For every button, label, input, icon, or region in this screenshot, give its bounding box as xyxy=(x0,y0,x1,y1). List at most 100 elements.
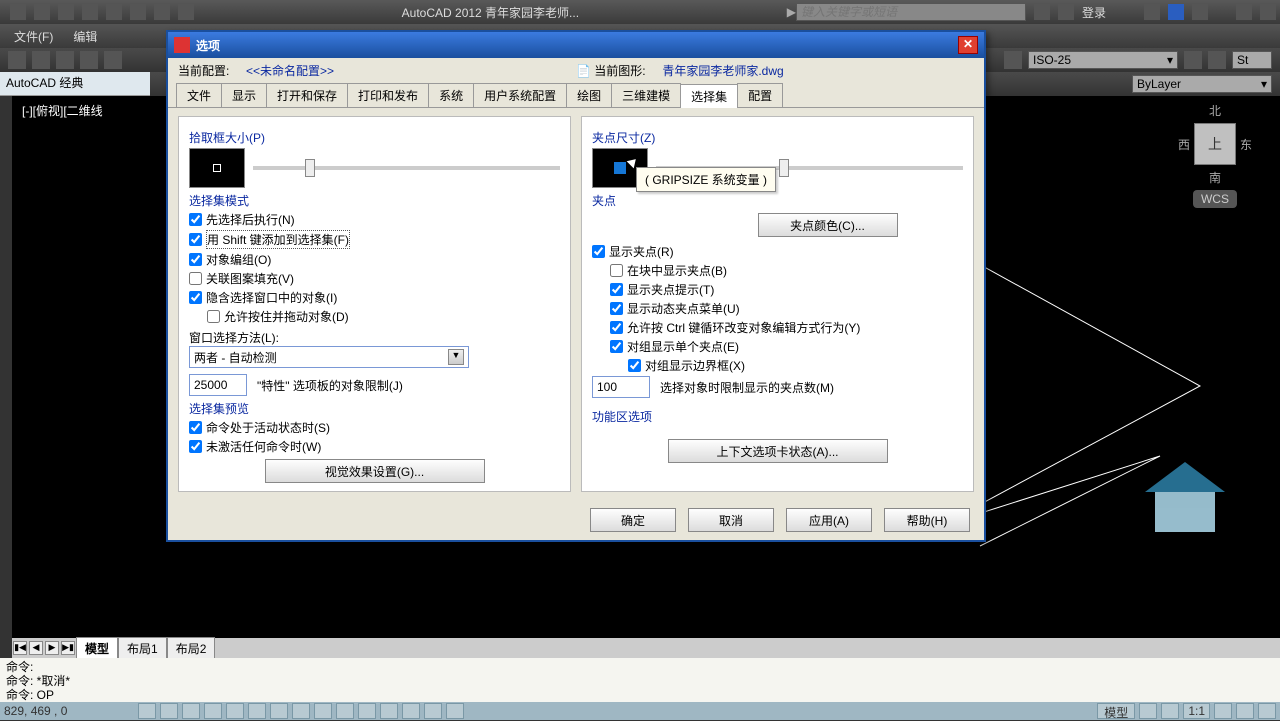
tab-plot[interactable]: 打印和发布 xyxy=(347,83,429,107)
help-button[interactable]: 帮助(H) xyxy=(884,508,970,532)
tab-opensave[interactable]: 打开和保存 xyxy=(266,83,348,107)
exchange-icon[interactable] xyxy=(1034,4,1050,20)
chk-hatch[interactable] xyxy=(189,272,202,285)
status-toggle[interactable] xyxy=(1161,703,1179,719)
tool-icon[interactable] xyxy=(32,51,50,69)
tab-layout2[interactable]: 布局2 xyxy=(167,637,216,660)
tab-drafting[interactable]: 绘图 xyxy=(566,83,612,107)
coordinates[interactable]: 829, 469 , 0 xyxy=(4,704,134,718)
sc-toggle[interactable] xyxy=(358,703,376,719)
chk-griptips[interactable] xyxy=(610,283,623,296)
tool-icon[interactable] xyxy=(104,51,122,69)
status-toggle[interactable] xyxy=(1214,703,1232,719)
chk-pressdrag[interactable] xyxy=(207,310,220,323)
apply-button[interactable]: 应用(A) xyxy=(786,508,872,532)
chk-pickfirst[interactable] xyxy=(189,213,202,226)
wcs-indicator[interactable]: WCS xyxy=(1193,190,1237,208)
open-icon[interactable] xyxy=(58,4,74,20)
cancel-button[interactable]: 取消 xyxy=(688,508,774,532)
status-toggle[interactable] xyxy=(1258,703,1276,719)
tab-profiles[interactable]: 配置 xyxy=(737,83,783,107)
chk-group[interactable] xyxy=(189,253,202,266)
undo-icon[interactable] xyxy=(154,4,170,20)
tool-icon[interactable] xyxy=(1208,51,1226,69)
dyn-toggle[interactable] xyxy=(292,703,310,719)
dimstyle-dropdown[interactable]: ISO-25▾ xyxy=(1028,51,1178,69)
status-toggle[interactable] xyxy=(1236,703,1254,719)
chk-implied[interactable] xyxy=(189,291,202,304)
ok-button[interactable]: 确定 xyxy=(590,508,676,532)
chk-preview-active[interactable] xyxy=(189,421,202,434)
restore-icon[interactable] xyxy=(1260,4,1276,20)
lwt-toggle[interactable] xyxy=(314,703,332,719)
snap-toggle[interactable] xyxy=(138,703,156,719)
grid-toggle[interactable] xyxy=(160,703,178,719)
tab-selection[interactable]: 选择集 xyxy=(680,84,738,108)
command-line[interactable]: 命令: 命令: *取消* 命令: OP xyxy=(0,658,1280,702)
tab-system[interactable]: 系统 xyxy=(428,83,474,107)
chk-blockgrips[interactable] xyxy=(610,264,623,277)
property-limit-input[interactable] xyxy=(189,374,247,396)
viewcube[interactable]: 北 西 上 东 南 WCS xyxy=(1178,102,1252,208)
info-icon[interactable] xyxy=(1168,4,1184,20)
chk-showgrips[interactable] xyxy=(592,245,605,258)
workspace-switcher[interactable]: AutoCAD 经典 xyxy=(0,72,150,96)
tool-icon[interactable] xyxy=(1004,51,1022,69)
st-dropdown[interactable]: St xyxy=(1232,51,1272,69)
menu-file[interactable]: 文件(F) xyxy=(8,26,59,47)
tool-icon[interactable] xyxy=(80,51,98,69)
grip-limit-input[interactable] xyxy=(592,376,650,398)
status-toggle[interactable] xyxy=(446,703,464,719)
new-icon[interactable] xyxy=(34,4,50,20)
visual-effect-button[interactable]: 视觉效果设置(G)... xyxy=(265,459,485,483)
close-icon[interactable]: ✕ xyxy=(958,36,978,54)
ducs-toggle[interactable] xyxy=(270,703,288,719)
tab-display[interactable]: 显示 xyxy=(221,83,267,107)
user-icon[interactable] xyxy=(1058,4,1074,20)
help-icon[interactable] xyxy=(1192,4,1208,20)
tool-icon[interactable] xyxy=(8,51,26,69)
status-toggle[interactable] xyxy=(424,703,442,719)
chk-groupgrip[interactable] xyxy=(610,340,623,353)
minimize-icon[interactable] xyxy=(1236,4,1252,20)
tab-next-icon[interactable]: ▶ xyxy=(45,641,59,655)
chk-groupbbox[interactable] xyxy=(628,359,641,372)
acad-icon[interactable] xyxy=(10,4,26,20)
annoscale[interactable]: 1:1 xyxy=(1183,703,1210,719)
otrack-toggle[interactable] xyxy=(248,703,266,719)
status-toggle[interactable] xyxy=(1139,703,1157,719)
tool-icon[interactable] xyxy=(56,51,74,69)
polar-toggle[interactable] xyxy=(204,703,222,719)
play-icon[interactable]: ▶ xyxy=(787,5,796,19)
menu-edit[interactable]: 编辑 xyxy=(67,26,103,47)
tab-layout1[interactable]: 布局1 xyxy=(118,637,167,660)
dialog-titlebar[interactable]: 选项 ✕ xyxy=(168,32,984,58)
osnap-toggle[interactable] xyxy=(226,703,244,719)
search-input[interactable] xyxy=(796,3,1026,21)
cross-icon[interactable] xyxy=(1144,4,1160,20)
chk-preview-noactive[interactable] xyxy=(189,440,202,453)
tab-last-icon[interactable]: ▶▮ xyxy=(61,641,75,655)
tab-userpref[interactable]: 用户系统配置 xyxy=(473,83,567,107)
status-toggle[interactable] xyxy=(380,703,398,719)
print-icon[interactable] xyxy=(130,4,146,20)
viewport-label[interactable]: [-][俯视][二维线 xyxy=(22,102,103,119)
context-tab-button[interactable]: 上下文选项卡状态(A)... xyxy=(668,439,888,463)
tab-prev-icon[interactable]: ◀ xyxy=(29,641,43,655)
bylayer-dropdown[interactable]: ByLayer▾ xyxy=(1132,75,1272,93)
tab-first-icon[interactable]: ▮◀ xyxy=(13,641,27,655)
chk-shiftadd[interactable] xyxy=(189,233,202,246)
redo-icon[interactable] xyxy=(178,4,194,20)
tool-icon[interactable] xyxy=(1184,51,1202,69)
qp-toggle[interactable] xyxy=(336,703,354,719)
pickbox-slider[interactable] xyxy=(253,166,560,170)
chk-dynmenu[interactable] xyxy=(610,302,623,315)
saveas-icon[interactable] xyxy=(106,4,122,20)
model-space-toggle[interactable]: 模型 xyxy=(1097,703,1135,719)
chk-ctrlcycle[interactable] xyxy=(610,321,623,334)
save-icon[interactable] xyxy=(82,4,98,20)
status-toggle[interactable] xyxy=(402,703,420,719)
ortho-toggle[interactable] xyxy=(182,703,200,719)
tab-files[interactable]: 文件 xyxy=(176,83,222,107)
tab-model[interactable]: 模型 xyxy=(76,637,118,660)
